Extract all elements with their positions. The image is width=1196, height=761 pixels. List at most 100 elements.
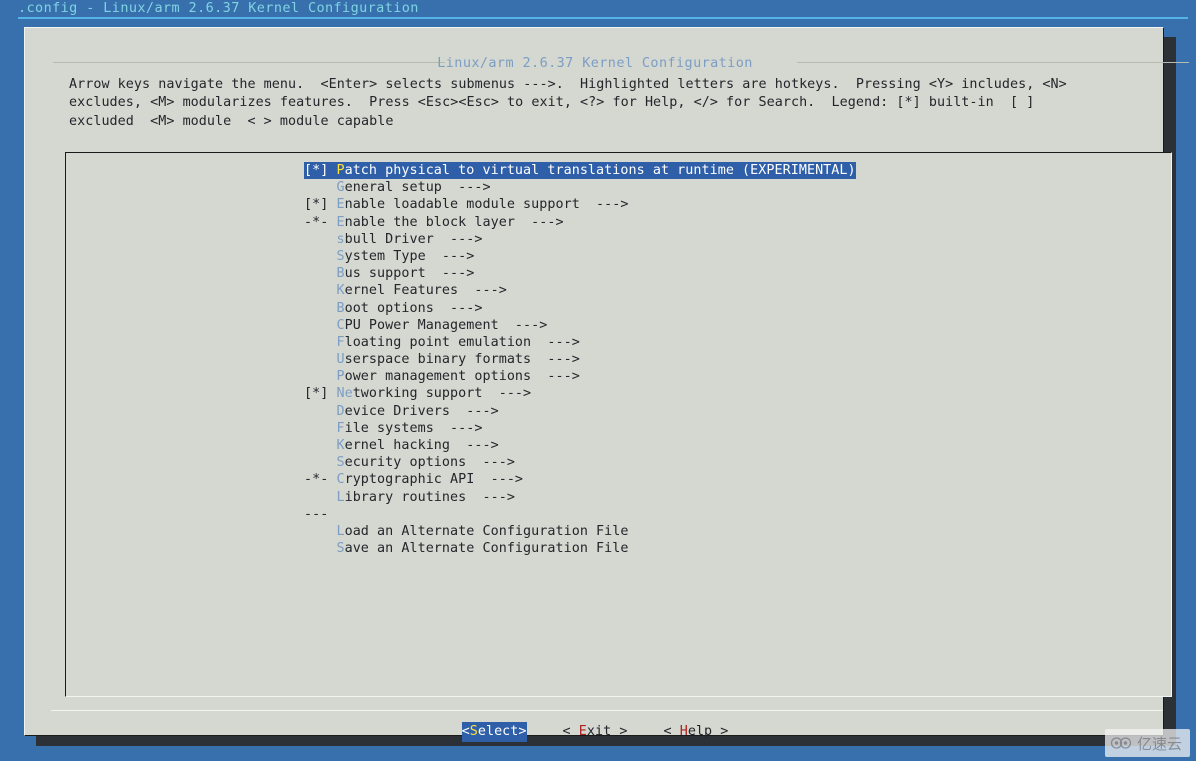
menu-item-label: eneral setup bbox=[344, 180, 442, 196]
menu-row[interactable]: Device Drivers ---> bbox=[304, 403, 856, 420]
menu-row[interactable]: Bus support ---> bbox=[304, 265, 856, 282]
menu-item-hotkey: F bbox=[336, 420, 345, 436]
menu-row[interactable]: Floating point emulation ---> bbox=[304, 334, 856, 351]
menu-item-label: ibrary routines bbox=[344, 489, 467, 505]
button-elp[interactable]: < Help > bbox=[663, 723, 728, 741]
menu-item-hotkey: L bbox=[336, 523, 345, 539]
menu-item[interactable]: Power management options ---> bbox=[304, 368, 856, 385]
menu-row[interactable]: File systems ---> bbox=[304, 420, 856, 437]
menu-row[interactable]: Power management options ---> bbox=[304, 368, 856, 385]
menu-item[interactable]: General setup ---> bbox=[304, 179, 856, 196]
button-label: xit bbox=[586, 724, 612, 739]
menu-frame: [*] Patch physical to virtual translatio… bbox=[65, 152, 1172, 697]
menu-item[interactable]: Bus support ---> bbox=[304, 265, 856, 282]
menu-item-label: ystem Type bbox=[344, 248, 426, 264]
button-bracket-close: > bbox=[712, 724, 729, 739]
menu-item[interactable]: [*] Enable loadable module support ---> bbox=[304, 196, 856, 213]
menu-row[interactable]: -*- Cryptographic API ---> bbox=[304, 471, 856, 488]
menu-item[interactable]: sbull Driver ---> bbox=[304, 231, 856, 248]
menu-row[interactable]: [*] Patch physical to virtual translatio… bbox=[304, 162, 856, 180]
menu-item-flag bbox=[304, 266, 336, 281]
menu-item-flag bbox=[304, 438, 336, 453]
button-xit[interactable]: < Exit > bbox=[563, 723, 628, 741]
menu-row[interactable]: General setup ---> bbox=[304, 179, 856, 196]
menu-item[interactable]: Boot options ---> bbox=[304, 300, 856, 317]
menu-item-label: nable the block layer bbox=[344, 214, 515, 230]
menu-item-label: PU Power Management bbox=[344, 317, 499, 333]
menu-item-label: ernel Features bbox=[344, 283, 459, 299]
button-elect[interactable]: <Select> bbox=[461, 722, 527, 742]
menu-item-hotkey: S bbox=[336, 541, 345, 557]
menu-row[interactable]: [*] Networking support ---> bbox=[304, 385, 856, 402]
menu-row[interactable]: Security options ---> bbox=[304, 454, 856, 471]
menu-item-label: ryptographic API bbox=[344, 472, 475, 488]
menu-item-hotkey: D bbox=[336, 403, 345, 419]
menu-item-submenu-arrow: ---> bbox=[433, 231, 483, 247]
menu-item[interactable]: Floating point emulation ---> bbox=[304, 334, 856, 351]
kernel-config-dialog: Linux/arm 2.6.37 Kernel Configuration Ar… bbox=[24, 27, 1189, 742]
cloud-icon bbox=[1110, 737, 1132, 749]
menu-item-label: loating point emulation bbox=[344, 334, 532, 350]
menu-item[interactable]: [*] Networking support ---> bbox=[304, 385, 856, 402]
menu-row[interactable]: Kernel Features ---> bbox=[304, 282, 856, 299]
menu-row[interactable]: System Type ---> bbox=[304, 248, 856, 265]
menu-item-flag: -*- bbox=[304, 472, 337, 488]
menu-item[interactable]: -*- Enable the block layer ---> bbox=[304, 214, 856, 231]
dialog-title: Linux/arm 2.6.37 Kernel Configuration bbox=[437, 55, 753, 71]
menu-item-label: nable loadable module support bbox=[344, 197, 580, 213]
menu-item-flag bbox=[304, 283, 336, 298]
menu-item-label: us support bbox=[344, 266, 426, 282]
menu-item-submenu-arrow: ---> bbox=[450, 403, 499, 419]
terminal-screen: .config - Linux/arm 2.6.37 Kernel Config… bbox=[0, 0, 1196, 761]
menu-item-submenu-arrow: ---> bbox=[579, 197, 629, 213]
menu-item[interactable]: Save an Alternate Configuration File bbox=[304, 540, 856, 557]
menu-row[interactable]: --- bbox=[304, 506, 856, 523]
menu-row[interactable]: [*] Enable loadable module support ---> bbox=[304, 196, 856, 213]
menu-row[interactable]: Library routines ---> bbox=[304, 489, 856, 506]
menu-item[interactable]: Device Drivers ---> bbox=[304, 403, 856, 420]
watermark: 亿速云 bbox=[1104, 729, 1190, 757]
menu-item-flag bbox=[304, 490, 336, 505]
button-label: elp bbox=[687, 724, 713, 739]
menu-item-hotkey: P bbox=[336, 163, 345, 178]
menu-item[interactable]: Kernel Features ---> bbox=[304, 282, 856, 299]
menu-item[interactable]: CPU Power Management ---> bbox=[304, 317, 856, 334]
menu-item-flag: -*- bbox=[304, 214, 337, 230]
menu-item[interactable]: -*- Cryptographic API ---> bbox=[304, 471, 856, 488]
menu-item-flag bbox=[304, 249, 336, 264]
menu-item[interactable]: [*] Patch physical to virtual translatio… bbox=[304, 162, 856, 180]
menu-item-flag: [*] bbox=[304, 197, 337, 213]
menu-item-submenu-arrow: ---> bbox=[450, 438, 499, 453]
menu-item-submenu-arrow: ---> bbox=[498, 317, 548, 333]
menu-item-submenu-arrow: ---> bbox=[482, 386, 532, 402]
help-legend-text: Arrow keys navigate the menu. <Enter> se… bbox=[69, 77, 1067, 129]
menu-item-label: ave an Alternate Configuration File bbox=[344, 541, 629, 557]
menu-item-flag bbox=[304, 541, 336, 556]
menu-item[interactable]: Security options ---> bbox=[304, 454, 856, 471]
button-hotkey: S bbox=[469, 724, 478, 739]
menu-row[interactable]: Kernel hacking ---> bbox=[304, 437, 856, 454]
menu-item-submenu-arrow: ---> bbox=[514, 214, 564, 230]
title-underline bbox=[18, 17, 1188, 19]
menu-item[interactable]: Load an Alternate Configuration File bbox=[304, 523, 856, 540]
menu-row[interactable]: Boot options ---> bbox=[304, 300, 856, 317]
menu-item-label: oad an Alternate Configuration File bbox=[344, 523, 629, 539]
menu-item[interactable]: File systems ---> bbox=[304, 420, 856, 437]
menu-item-label: ile systems bbox=[344, 420, 434, 436]
menu-item[interactable]: Userspace binary formats ---> bbox=[304, 351, 856, 368]
menu-row[interactable]: -*- Enable the block layer ---> bbox=[304, 214, 856, 231]
menu-row[interactable]: Load an Alternate Configuration File bbox=[304, 523, 856, 540]
menu-row[interactable]: Save an Alternate Configuration File bbox=[304, 540, 856, 557]
menu-item-hotkey: Ne bbox=[336, 386, 353, 402]
menu-item[interactable]: Kernel hacking ---> bbox=[304, 437, 856, 454]
menu-item-flag bbox=[304, 369, 336, 384]
menu-row[interactable]: sbull Driver ---> bbox=[304, 231, 856, 248]
button-hotkey: H bbox=[679, 724, 688, 739]
button-bracket-open: < bbox=[461, 724, 470, 739]
menu-row[interactable]: Userspace binary formats ---> bbox=[304, 351, 856, 368]
menu-item[interactable]: --- bbox=[304, 506, 856, 523]
menu-item[interactable]: Library routines ---> bbox=[304, 489, 856, 506]
menu-item[interactable]: System Type ---> bbox=[304, 248, 856, 265]
button-bracket-open: < bbox=[663, 724, 680, 739]
menu-row[interactable]: CPU Power Management ---> bbox=[304, 317, 856, 334]
